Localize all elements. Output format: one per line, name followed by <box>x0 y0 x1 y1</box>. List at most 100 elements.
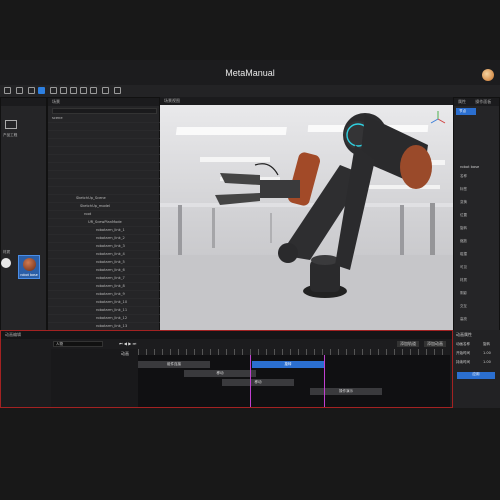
save-icon[interactable] <box>28 87 35 94</box>
tree-item[interactable]: root <box>48 212 161 219</box>
tree-item[interactable] <box>48 172 161 179</box>
tree-item-label: UR_ScewPlanMode <box>88 220 122 224</box>
property-label: 高亮 <box>460 317 467 321</box>
tree-item-label: robotarm_link_3 <box>96 244 125 248</box>
tree-item[interactable] <box>48 188 161 195</box>
playback-controls[interactable]: ⏮ ◀ ▶ ⏭ <box>119 341 136 346</box>
property-label: 旋转 <box>460 226 467 230</box>
clip-demo[interactable]: 操作演示 <box>310 388 382 395</box>
tree-item-label: robotarm_link_12 <box>96 316 128 320</box>
tree-item-label: robotarm_link_13 <box>96 324 128 328</box>
tree-item[interactable]: robotarm_link_1 <box>48 228 161 235</box>
node-name: robot base <box>460 165 480 169</box>
tree-item-label: robotarm_link_6 <box>96 268 125 272</box>
snap-icon[interactable] <box>80 87 87 94</box>
tree-item[interactable] <box>48 132 161 139</box>
tree-item[interactable] <box>48 140 161 147</box>
scene-tree-panel: 场景 scene SketchUp_Scene SketchUp_model root… <box>47 97 161 367</box>
track-list: 动画 <box>51 349 138 407</box>
avatar[interactable] <box>482 69 494 81</box>
tree-item[interactable]: robotarm_link_6 <box>48 268 161 275</box>
tree-item[interactable] <box>48 164 161 171</box>
tree-item[interactable]: scene <box>48 116 161 123</box>
scale-icon[interactable] <box>70 87 77 94</box>
asset-panel: 产品工程 材质 robot base <box>0 97 47 372</box>
property-label: 位置 <box>460 213 467 217</box>
tree-item[interactable]: robotarm_link_7 <box>48 276 161 283</box>
asset-panel-header <box>1 98 46 106</box>
tree-item-label: robotarm_link_10 <box>96 300 128 304</box>
tree-item[interactable] <box>48 180 161 187</box>
properties-header: 属性 操作面板 <box>454 98 499 106</box>
3d-viewport[interactable] <box>160 105 453 330</box>
property-label: 缩放 <box>460 239 467 243</box>
clip-connect[interactable]: 组件连接 <box>138 361 210 368</box>
material-robot-base[interactable]: robot base <box>18 255 40 279</box>
link-icon[interactable] <box>90 87 97 94</box>
node-tab[interactable]: 节点 <box>456 108 476 115</box>
tree-item[interactable]: robotarm_link_12 <box>48 316 161 323</box>
property-label: 可见 <box>460 265 467 269</box>
tree-item[interactable] <box>48 148 161 155</box>
clip-rotate[interactable]: 旋转 <box>252 361 324 368</box>
anim-prop-value[interactable]: 1.00 <box>483 360 491 364</box>
settings-icon[interactable] <box>114 87 121 94</box>
animation-props-header: 动画属性 <box>456 332 472 337</box>
undo-icon[interactable] <box>4 87 11 94</box>
properties-panel: 属性 操作面板 节点 robot base 名称 标签 变换 位置 旋转 缩放 碰撞 可见 材质… <box>453 97 500 367</box>
tree-item[interactable] <box>48 124 161 131</box>
property-label: 碰撞 <box>460 252 467 256</box>
title-bar: MetaManual <box>0 60 500 85</box>
tree-item[interactable]: robotarm_link_9 <box>48 292 161 299</box>
tree-item[interactable]: robotarm_link_4 <box>48 252 161 259</box>
add-animation-button[interactable]: 添加动画 <box>424 341 446 347</box>
home-icon[interactable] <box>38 87 45 94</box>
timeline-panel: 动画编辑 人物 ⏮ ◀ ▶ ⏭ 添加轨道 添加动画 动画 组件连接 旋转 移动 … <box>0 330 453 408</box>
tree-item-label: robotarm_link_8 <box>96 284 125 288</box>
view-gizmo <box>430 111 446 124</box>
clip-move-2[interactable]: 移动 <box>222 379 294 386</box>
tree-item-label: SketchUp_Scene <box>76 196 106 200</box>
track-label: 动画 <box>121 351 129 356</box>
tree-item[interactable]: robotarm_link_2 <box>48 236 161 243</box>
tree-item[interactable] <box>48 156 161 163</box>
playhead[interactable] <box>250 355 251 407</box>
timeline-search-input[interactable]: 人物 <box>53 341 103 347</box>
clip-move-1[interactable]: 移动 <box>184 370 256 377</box>
anim-prop-value[interactable]: 1.00 <box>483 351 491 355</box>
operation-tab[interactable]: 操作面板 <box>475 99 491 104</box>
tree-item[interactable]: robotarm_link_8 <box>48 284 161 291</box>
tree-item-label: robotarm_link_5 <box>96 260 125 264</box>
material-white[interactable] <box>1 258 11 268</box>
tree-item[interactable]: UR_ScewPlanMode <box>48 220 161 227</box>
redo-icon[interactable] <box>16 87 23 94</box>
tree-item[interactable]: robotarm_link_10 <box>48 300 161 307</box>
product-icon[interactable] <box>5 120 17 129</box>
tree-item-label: robotarm_link_1 <box>96 228 125 232</box>
property-label: 名称 <box>460 174 467 178</box>
anim-prop-label: 持续时间 <box>456 360 470 364</box>
tree-item[interactable]: robotarm_link_3 <box>48 244 161 251</box>
anim-prop-label: 开始时间 <box>456 351 470 355</box>
add-track-button[interactable]: 添加轨道 <box>397 341 419 347</box>
marker[interactable] <box>324 355 325 407</box>
tree-item[interactable]: SketchUp_model <box>48 204 161 211</box>
tree-item[interactable]: robotarm_link_11 <box>48 308 161 315</box>
robot-arm-scene <box>160 111 453 330</box>
rotate-icon[interactable] <box>60 87 67 94</box>
anim-prop-value[interactable]: 旋转 <box>483 342 490 347</box>
refresh-icon[interactable] <box>102 87 109 94</box>
move-icon[interactable] <box>50 87 57 94</box>
viewport-header: 场景视图 <box>160 97 453 105</box>
tree-item-label: robotarm_link_9 <box>96 292 125 296</box>
property-label: 交互 <box>460 304 467 308</box>
tree-item-label: root <box>84 212 92 216</box>
tree-item[interactable]: SketchUp_Scene <box>48 196 161 203</box>
track-area[interactable]: 组件连接 旋转 移动 移动 操作演示 <box>138 355 450 407</box>
tree-item[interactable]: robotarm_link_5 <box>48 260 161 267</box>
properties-tab[interactable]: 属性 <box>458 99 466 104</box>
apply-button[interactable]: 应用 <box>457 372 495 379</box>
tree-search-input[interactable] <box>52 108 157 114</box>
main-toolbar: 场景编辑器脚本编辑器 <box>0 85 500 120</box>
tree-item-label: robotarm_link_2 <box>96 236 125 240</box>
